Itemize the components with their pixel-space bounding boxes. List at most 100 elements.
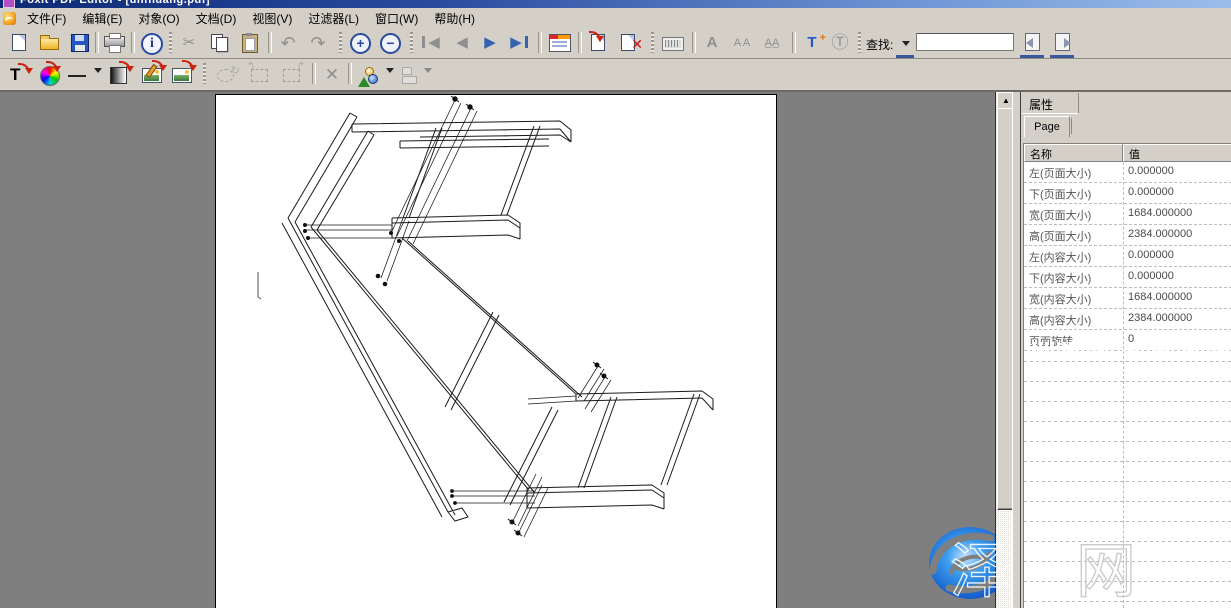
- menu-item[interactable]: 窗口(W): [367, 8, 426, 29]
- find-previous-button[interactable]: [1020, 31, 1044, 54]
- application-window: Foxit PDF Editor - [unfhuang.pdf] 文件(F)编…: [0, 0, 1231, 608]
- zoom-in-button[interactable]: +: [348, 31, 372, 55]
- font-info-button[interactable]: A: [700, 31, 724, 55]
- virtual-keyboard-button[interactable]: [660, 31, 684, 55]
- toolbar-separator: [792, 32, 796, 53]
- object-types-button[interactable]: [356, 63, 380, 87]
- property-name: 左(页面大小): [1024, 162, 1123, 182]
- add-text-button[interactable]: T+: [800, 31, 824, 55]
- print-button[interactable]: [102, 31, 126, 55]
- app-icon: [3, 0, 15, 8]
- redo-button[interactable]: ↷: [306, 31, 330, 55]
- property-value[interactable]: 0.000000: [1123, 183, 1231, 203]
- next-page-button[interactable]: ▶: [478, 31, 502, 55]
- redo-arrow-icon: ↷: [306, 31, 330, 55]
- find-next-button[interactable]: [1050, 31, 1074, 54]
- font-compare-button[interactable]: A A: [730, 31, 754, 55]
- transform-front-button[interactable]: ↱: [280, 63, 304, 87]
- new-document-button[interactable]: [8, 31, 32, 55]
- property-value[interactable]: 2384.000000: [1123, 225, 1231, 245]
- toolbar-separator: [538, 32, 542, 53]
- menu-item[interactable]: 过滤器(L): [300, 8, 367, 29]
- table-row: 左(内容大小) 0.000000: [1024, 246, 1231, 267]
- menu-item[interactable]: 文件(F): [19, 8, 74, 29]
- column-header-name[interactable]: 名称: [1024, 144, 1123, 162]
- property-value[interactable]: 0.000000: [1123, 162, 1231, 182]
- add-line-object-button[interactable]: [66, 63, 90, 87]
- property-name: 左(内容大小): [1024, 246, 1123, 266]
- red-arrow-icon: [152, 60, 164, 70]
- column-header-value[interactable]: 值: [1123, 144, 1231, 162]
- find-dropdown-caret[interactable]: [902, 41, 910, 50]
- transform-back-button[interactable]: ↰: [248, 63, 272, 87]
- table-row: 下(页面大小) 0.000000: [1024, 183, 1231, 204]
- menu-bar: 文件(F)编辑(E)对象(O)文档(D)视图(V)过滤器(L)窗口(W)帮助(H…: [0, 8, 1231, 29]
- object-types-caret[interactable]: [386, 68, 394, 77]
- rotate-page-button[interactable]: [587, 31, 611, 55]
- toolbar-grip[interactable]: [410, 32, 413, 53]
- object-toolbar: T ↻ ↰ ↱ ✕: [0, 59, 1231, 92]
- toolbar-grip[interactable]: [858, 32, 861, 53]
- undo-button[interactable]: ↶: [276, 31, 300, 55]
- copy-button[interactable]: [208, 31, 232, 55]
- delete-object-button[interactable]: ✕: [320, 63, 344, 87]
- table-row: 高(内容大小) 2384.000000: [1024, 309, 1231, 330]
- pdf-page[interactable]: [215, 94, 777, 608]
- property-value[interactable]: 0.000000: [1123, 267, 1231, 287]
- zoom-out-button[interactable]: −: [378, 31, 402, 55]
- property-value[interactable]: 1684.000000: [1123, 288, 1231, 308]
- delete-page-button[interactable]: ✕: [617, 31, 641, 55]
- align-caret[interactable]: [424, 68, 432, 77]
- font-width-button[interactable]: A̲A̲: [760, 31, 784, 55]
- previous-page-button[interactable]: ◀: [450, 31, 474, 55]
- property-value[interactable]: 2384.000000: [1123, 309, 1231, 329]
- menu-item[interactable]: 文档(D): [188, 8, 245, 29]
- menu-item[interactable]: 对象(O): [130, 8, 187, 29]
- align-objects-button[interactable]: [398, 63, 422, 87]
- property-name: 高(内容大小): [1024, 309, 1123, 329]
- add-text-object-button[interactable]: T: [8, 63, 32, 87]
- text-circle-button[interactable]: Ⓣ: [828, 31, 852, 55]
- add-color-object-button[interactable]: [38, 63, 62, 87]
- toolbar-grip[interactable]: [651, 32, 654, 53]
- cut-button[interactable]: ✂: [177, 31, 201, 55]
- table-row: 左(页面大小) 0.000000: [1024, 162, 1231, 183]
- document-info-button[interactable]: i: [139, 31, 163, 55]
- page-form-button[interactable]: [547, 31, 571, 55]
- first-page-button[interactable]: ◀: [420, 31, 444, 55]
- property-value[interactable]: 0.000000: [1123, 246, 1231, 266]
- property-name: 高(页面大小): [1024, 225, 1123, 245]
- tab-page[interactable]: Page: [1024, 116, 1070, 137]
- document-icon[interactable]: [3, 12, 16, 25]
- edit-image-button[interactable]: [140, 63, 164, 87]
- save-document-button[interactable]: [68, 31, 92, 55]
- open-folder-icon: [40, 38, 59, 50]
- circle-t-icon: Ⓣ: [828, 31, 852, 55]
- properties-panel: 属性 Page 名称 值 左(页面大小) 0.000000 下(页面大小): [1020, 92, 1231, 608]
- menu-item[interactable]: 编辑(E): [74, 8, 130, 29]
- last-page-button[interactable]: ▶: [506, 31, 530, 55]
- paste-button[interactable]: [238, 31, 262, 55]
- menu-item[interactable]: 视图(V): [244, 8, 300, 29]
- font-a-icon: A: [700, 31, 724, 55]
- properties-table-header: 名称 值: [1024, 144, 1231, 162]
- vertical-scrollbar[interactable]: ▲: [995, 92, 1013, 608]
- empty-grid-rows: [1024, 342, 1231, 608]
- rotate-selection-button[interactable]: ↻: [214, 63, 238, 87]
- replace-image-button[interactable]: [170, 63, 194, 87]
- delete-x-icon: ✕: [320, 63, 344, 87]
- property-value[interactable]: 1684.000000: [1123, 204, 1231, 224]
- clipboard-icon: [242, 34, 258, 53]
- toolbar-grip[interactable]: [339, 32, 342, 53]
- line-dropdown-caret[interactable]: [94, 68, 102, 77]
- toolbar-grip[interactable]: [169, 32, 172, 53]
- find-input[interactable]: [916, 33, 1014, 51]
- menu-item[interactable]: 帮助(H): [426, 8, 483, 29]
- add-shading-object-button[interactable]: [108, 63, 132, 87]
- toolbar-separator: [95, 32, 99, 53]
- open-document-button[interactable]: [38, 31, 62, 55]
- previous-page-icon: ◀: [450, 31, 474, 55]
- keyboard-icon: [662, 37, 684, 51]
- toolbar-grip[interactable]: [203, 63, 206, 84]
- red-x-icon: ✕: [631, 37, 643, 51]
